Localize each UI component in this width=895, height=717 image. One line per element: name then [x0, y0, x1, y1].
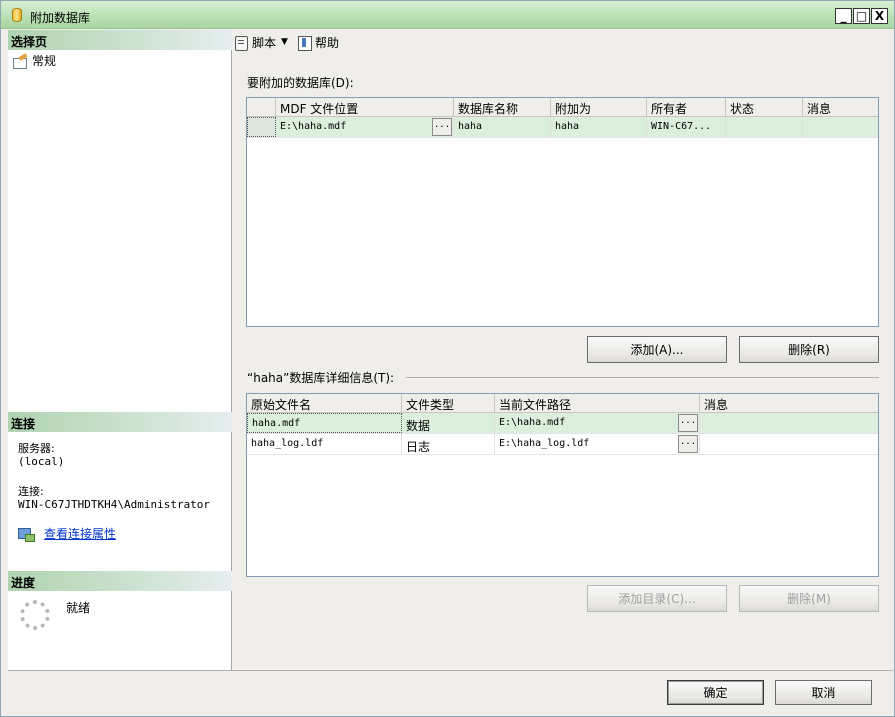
browse-mdf-button[interactable]: ...: [432, 118, 452, 136]
remove-database-button[interactable]: 删除(R): [739, 336, 879, 363]
script-label: 脚本: [252, 35, 277, 50]
cell-current-path[interactable]: E:\haha_log.ldf ...: [495, 434, 700, 454]
column-mdf-location[interactable]: MDF 文件位置: [276, 98, 454, 116]
window-controls: _ □ X: [835, 8, 888, 24]
close-button[interactable]: X: [871, 8, 888, 24]
view-connection-properties-link[interactable]: 查看连接属性: [44, 525, 116, 542]
column-current-path[interactable]: 当前文件路径: [495, 394, 700, 412]
column-owner[interactable]: 所有者: [647, 98, 726, 116]
current-path-text: E:\haha.mdf: [499, 417, 566, 428]
table-row[interactable]: haha_log.ldf 日志 E:\haha_log.ldf ...: [247, 434, 878, 455]
help-button[interactable]: 帮助: [296, 34, 339, 51]
add-catalog-button[interactable]: 添加目录(C)...: [587, 585, 727, 612]
cell-owner[interactable]: WIN-C67...: [647, 117, 726, 137]
details-group-line: [406, 377, 879, 378]
connection-value: WIN-C67JTHDTKH4\Administrator: [18, 498, 211, 511]
column-status[interactable]: 状态: [726, 98, 803, 116]
general-page-icon: [12, 54, 28, 69]
server-label: 服务器:: [18, 442, 55, 455]
databases-group-label: 要附加的数据库(D):: [247, 76, 354, 90]
maximize-button[interactable]: □: [853, 8, 870, 24]
cell-detail-message: [700, 434, 878, 454]
cancel-button[interactable]: 取消: [775, 680, 872, 705]
cell-file-type: 数据: [402, 413, 495, 433]
column-message[interactable]: 消息: [803, 98, 878, 116]
help-label: 帮助: [314, 35, 339, 50]
connection-header: 连接: [8, 412, 232, 432]
column-detail-message[interactable]: 消息: [700, 394, 878, 412]
footer-separator: [8, 670, 893, 671]
ok-button[interactable]: 确定: [667, 680, 764, 705]
add-database-button[interactable]: 添加(A)...: [587, 336, 727, 363]
cell-message: [803, 117, 878, 137]
view-connection-properties[interactable]: 查看连接属性: [18, 525, 116, 542]
help-icon: [296, 35, 312, 51]
server-value: (local): [18, 455, 65, 468]
mdf-path-text: E:\haha.mdf: [280, 121, 347, 132]
window-title: 附加数据库: [30, 11, 91, 25]
browse-path-button[interactable]: ...: [678, 435, 698, 453]
cell-file-type: 日志: [402, 434, 495, 454]
databases-grid-header: MDF 文件位置 数据库名称 附加为 所有者 状态 消息: [247, 98, 878, 117]
details-group-label: “haha”数据库详细信息(T):: [247, 371, 395, 385]
attach-database-window: 附加数据库 _ □ X 选择页 常规 连接 服务器: (local) 连接: W…: [0, 0, 895, 717]
databases-grid[interactable]: MDF 文件位置 数据库名称 附加为 所有者 状态 消息 E:\haha.mdf…: [246, 97, 879, 327]
grid-corner: [247, 98, 276, 116]
remove-file-button[interactable]: 删除(M): [739, 585, 879, 612]
details-grid-header: 原始文件名 文件类型 当前文件路径 消息: [247, 394, 878, 413]
nav-item-general-label: 常规: [32, 54, 57, 68]
cell-current-path[interactable]: E:\haha.mdf ...: [495, 413, 700, 433]
table-row[interactable]: E:\haha.mdf ... haha haha WIN-C67...: [247, 117, 878, 138]
column-database-name[interactable]: 数据库名称: [454, 98, 551, 116]
connection-label: 连接:: [18, 485, 44, 498]
minimize-button[interactable]: _: [835, 8, 852, 24]
cell-database-name[interactable]: haha: [454, 117, 551, 137]
row-selector[interactable]: [247, 117, 276, 137]
column-attach-as[interactable]: 附加为: [551, 98, 647, 116]
table-row[interactable]: haha.mdf 数据 E:\haha.mdf ...: [247, 413, 878, 434]
nav-item-general[interactable]: 常规: [12, 52, 56, 69]
column-file-type[interactable]: 文件类型: [402, 394, 495, 412]
current-path-text: E:\haha_log.ldf: [499, 438, 590, 449]
progress-spinner-icon: [20, 600, 50, 630]
cell-original-filename[interactable]: haha_log.ldf: [247, 434, 402, 454]
title-bar: 附加数据库 _ □ X: [1, 1, 894, 29]
script-button[interactable]: 脚本 ▼: [233, 34, 292, 51]
cell-original-filename[interactable]: haha.mdf: [247, 413, 402, 433]
browse-path-button[interactable]: ...: [678, 414, 698, 432]
cell-mdf-location[interactable]: E:\haha.mdf ...: [276, 117, 454, 137]
chevron-down-icon[interactable]: ▼: [281, 37, 288, 47]
details-grid[interactable]: 原始文件名 文件类型 当前文件路径 消息 haha.mdf 数据 E:\haha…: [246, 393, 879, 577]
cell-attach-as[interactable]: haha: [551, 117, 647, 137]
cell-detail-message: [700, 413, 878, 433]
toolbar: 脚本 ▼ 帮助: [233, 31, 339, 53]
script-icon: [233, 35, 249, 51]
left-panel: 选择页 常规 连接 服务器: (local) 连接: WIN-C67JTHDTK…: [8, 30, 232, 670]
cell-status: [726, 117, 803, 137]
progress-status: 就绪: [66, 601, 91, 615]
progress-header: 进度: [8, 571, 232, 591]
select-page-header: 选择页: [8, 30, 232, 50]
database-icon: [12, 8, 22, 22]
column-original-filename[interactable]: 原始文件名: [247, 394, 402, 412]
connection-properties-icon: [18, 527, 35, 542]
